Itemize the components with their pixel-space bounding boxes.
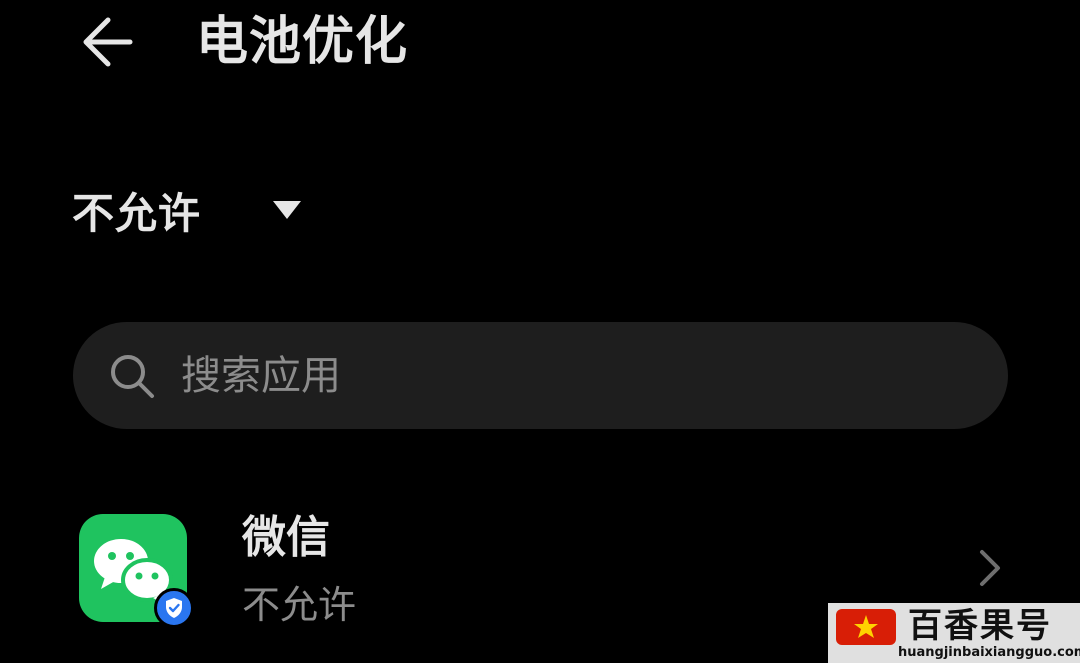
chevron-right-icon — [980, 550, 1000, 586]
verified-shield-icon — [154, 588, 194, 628]
caret-down-icon — [273, 201, 302, 219]
watermark: 百香果号 huangjinbaixiangguo.com — [828, 603, 1080, 663]
watermark-brand: 百香果号 — [908, 606, 1052, 646]
watermark-logo-icon — [836, 609, 896, 645]
page-title: 电池优化 — [196, 12, 409, 72]
arrow-left-icon — [83, 17, 133, 67]
back-button[interactable] — [70, 6, 146, 78]
watermark-url: huangjinbaixiangguo.com — [898, 645, 1080, 660]
app-status: 不允许 — [242, 583, 357, 627]
search-input[interactable] — [179, 339, 963, 412]
search-bar[interactable] — [73, 322, 1008, 429]
filter-dropdown[interactable]: 不允许 — [72, 178, 302, 242]
search-icon — [111, 354, 154, 398]
app-name: 微信 — [242, 512, 330, 563]
filter-selected-label: 不允许 — [72, 188, 202, 238]
